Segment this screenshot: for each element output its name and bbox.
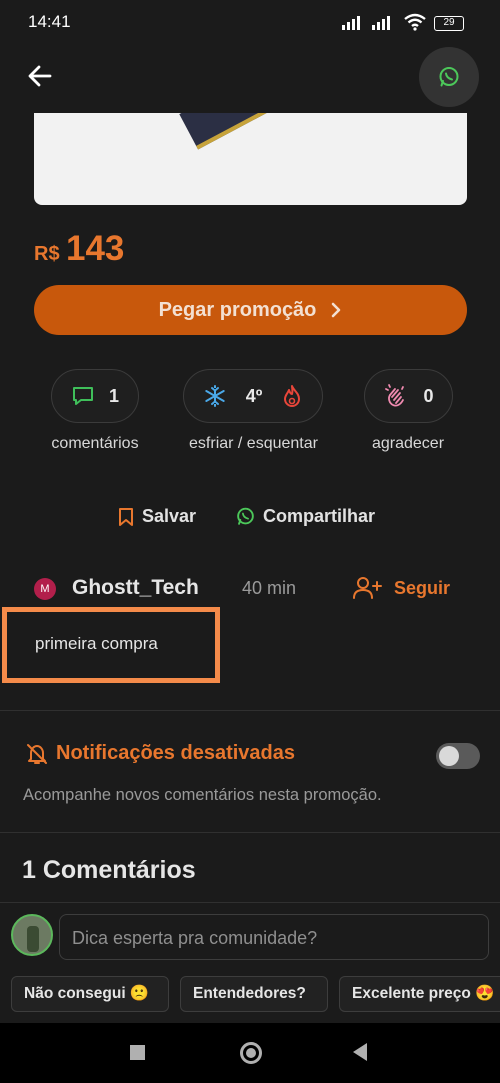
author-row: M Ghostt_Tech 40 min Seguir <box>34 576 474 606</box>
thanks-count: 0 <box>423 385 434 406</box>
recents-button[interactable] <box>130 1045 145 1060</box>
thanks-label: agradecer <box>371 435 445 452</box>
notifications-title: Notificações desativadas <box>26 742 295 765</box>
comments-heading: 1 Comentários <box>22 856 196 884</box>
system-back-button[interactable] <box>353 1043 367 1061</box>
bookmark-icon <box>119 507 133 526</box>
author-avatar[interactable]: M <box>34 578 56 600</box>
toggle-knob <box>439 746 459 766</box>
description-highlight: primeira compra <box>2 607 220 683</box>
get-deal-label: Pegar promoção <box>158 298 317 321</box>
get-deal-button[interactable]: Pegar promoção <box>34 285 467 335</box>
deal-description: primeira compra <box>35 634 158 653</box>
comments-count: 1 <box>108 385 119 406</box>
flame-icon[interactable] <box>282 384 302 408</box>
signal-icon <box>372 16 390 30</box>
price-value: 143 <box>66 229 125 268</box>
price-currency: R$ <box>34 243 60 265</box>
comment-icon <box>72 387 93 405</box>
notifications-title-text: Notificações desativadas <box>56 742 295 764</box>
quick-reply-chip[interactable]: Não consegui 🙁 <box>11 976 169 1012</box>
snowflake-icon[interactable] <box>204 385 226 407</box>
author-name[interactable]: Ghostt_Tech <box>72 576 199 600</box>
notifications-subtitle: Acompanhe novos comentários nesta promoç… <box>23 786 382 804</box>
follow-button[interactable]: Seguir <box>352 576 450 600</box>
battery-indicator: 29 <box>434 16 464 31</box>
chevron-right-icon <box>332 302 341 318</box>
wifi-icon <box>404 13 426 31</box>
whatsapp-icon <box>439 67 459 87</box>
bell-off-icon <box>27 743 47 764</box>
quick-reply-chip[interactable]: Excelente preço 😍 <box>339 976 500 1012</box>
status-bar: 14:41 29 <box>0 0 500 44</box>
thanks-button[interactable]: 0 <box>364 369 453 423</box>
comments-label: comentários <box>51 435 139 452</box>
current-user-avatar[interactable] <box>11 914 53 956</box>
quick-reply-chip[interactable]: Entendedores? <box>180 976 328 1012</box>
save-button[interactable]: Salvar <box>118 506 196 527</box>
share-button[interactable]: Compartilhar <box>236 506 375 527</box>
notifications-toggle[interactable] <box>436 743 480 769</box>
home-button[interactable] <box>240 1042 262 1064</box>
whatsapp-icon <box>237 507 254 525</box>
follow-label: Seguir <box>394 577 451 598</box>
post-time: 40 min <box>242 578 297 598</box>
temperature-control: 4º <box>183 369 323 423</box>
status-time: 14:41 <box>28 12 71 31</box>
save-label: Salvar <box>142 506 197 526</box>
deal-detail-screen: 14:41 29 R$ 143 Pegar promoção 1 comentá… <box>0 0 500 1083</box>
clap-icon <box>385 384 405 407</box>
divider <box>0 710 500 711</box>
comments-count-button[interactable]: 1 <box>51 369 139 423</box>
divider <box>0 832 500 833</box>
back-arrow-icon[interactable] <box>22 58 58 94</box>
temperature-value: 4º <box>245 385 263 406</box>
whatsapp-share-button[interactable] <box>419 47 479 107</box>
temperature-label: esfriar / esquentar <box>189 435 318 452</box>
share-label: Compartilhar <box>263 506 376 526</box>
product-image[interactable] <box>34 113 467 205</box>
product-board-graphic <box>179 113 269 150</box>
comment-input[interactable]: Dica esperta pra comunidade? <box>59 914 489 960</box>
add-user-icon <box>353 577 382 599</box>
signal-icon <box>342 16 360 30</box>
